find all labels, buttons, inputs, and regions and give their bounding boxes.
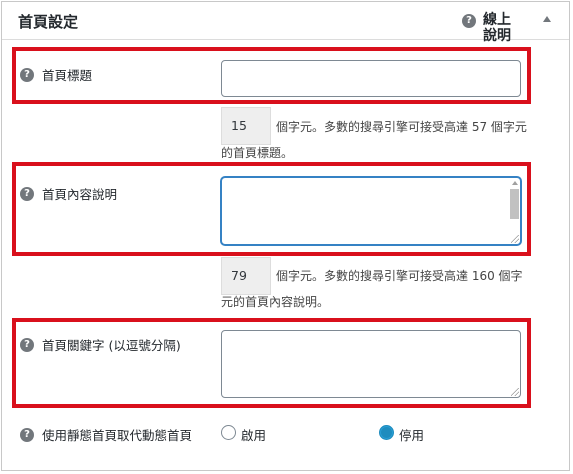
panel-title: 首頁設定	[18, 13, 79, 31]
home-title-counter-text: 個字元。多數的搜尋引擎可接受高達 57 個字元的首頁標題。	[221, 120, 527, 160]
home-title-label-row: ? 首頁標題	[20, 65, 92, 84]
static-front-page-label: 使用靜態首頁取代動態首頁	[42, 428, 193, 443]
home-description-label: 首頁內容說明	[42, 187, 118, 202]
help-icon[interactable]: ?	[20, 427, 34, 442]
home-keywords-textarea[interactable]	[221, 330, 521, 398]
enable-radio-label: 啟用	[241, 428, 267, 443]
help-icon[interactable]: ?	[20, 337, 34, 352]
home-description-textarea[interactable]	[221, 177, 521, 245]
scroll-up-arrow-icon[interactable]	[512, 181, 518, 185]
help-icon[interactable]: ?	[20, 186, 34, 201]
help-icon[interactable]: ?	[20, 67, 34, 82]
online-help-link[interactable]: 線上說明	[483, 12, 523, 44]
home-keywords-label-row: ? 首頁關鍵字 (以逗號分隔)	[20, 335, 181, 354]
collapse-arrow-icon[interactable]	[543, 16, 551, 22]
static-front-page-label-row: ? 使用靜態首頁取代動態首頁	[20, 425, 192, 444]
home-description-counter-text: 個字元。多數的搜尋引擎可接受高達 160 個字元的首頁內容說明。	[221, 269, 523, 309]
home-title-label: 首頁標題	[42, 68, 93, 83]
help-icon[interactable]: ?	[462, 14, 476, 28]
home-keywords-label: 首頁關鍵字 (以逗號分隔)	[42, 338, 181, 353]
enable-radio[interactable]	[221, 425, 236, 440]
resize-handle-icon[interactable]	[511, 388, 519, 396]
resize-handle-icon[interactable]	[511, 235, 519, 243]
home-description-label-row: ? 首頁內容說明	[20, 184, 117, 203]
disable-radio[interactable]	[379, 425, 394, 440]
home-title-input[interactable]	[221, 60, 521, 97]
disable-radio-label: 停用	[399, 428, 425, 443]
panel-header: 首頁設定 ? 線上說明	[2, 2, 569, 44]
textarea-scrollbar[interactable]	[510, 189, 519, 219]
